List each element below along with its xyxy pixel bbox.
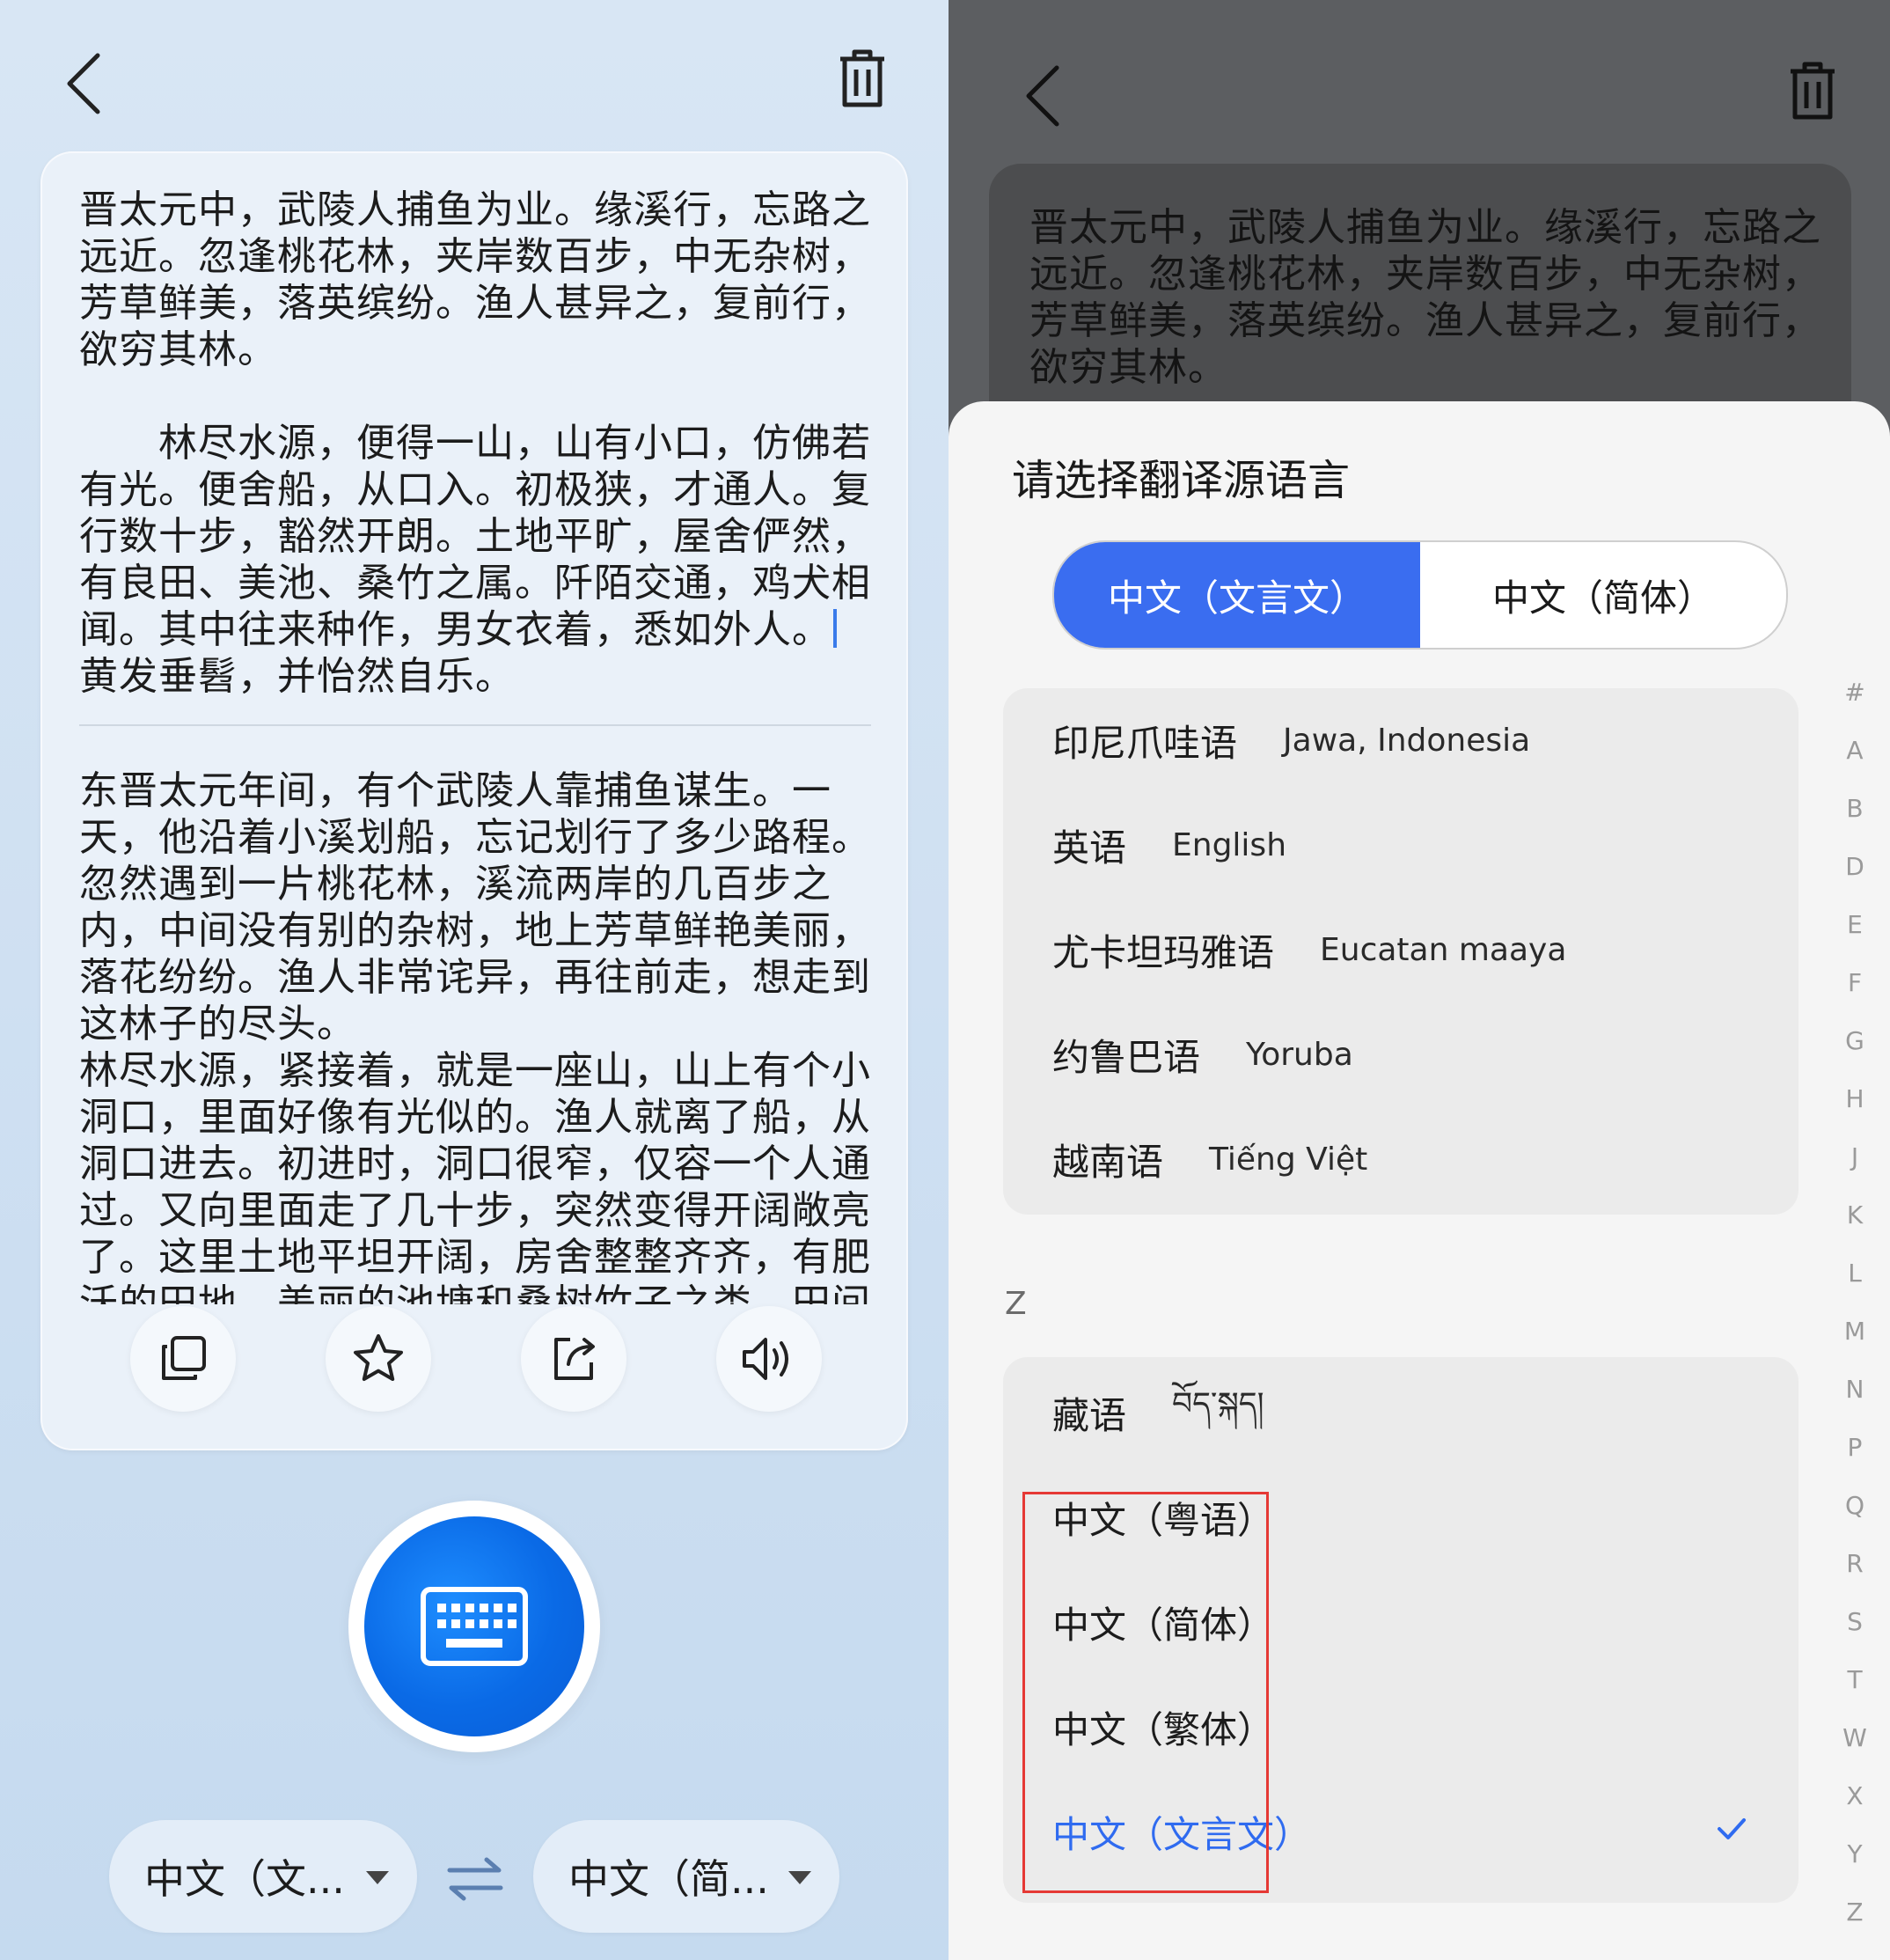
language-name: 约鲁巴语 [1052, 1035, 1201, 1079]
index-letter[interactable]: K [1835, 1200, 1874, 1230]
index-letter[interactable]: A [1835, 736, 1874, 765]
index-letter[interactable]: Z [1835, 1898, 1874, 1927]
dimmed-source-text: 晋太元中，武陵人捕鱼为业。缘溪行，忘路之远近。忽逢桃花林，夹岸数百步，中无杂树，… [1029, 205, 1821, 390]
language-native-name: Eucatan maaya [1320, 931, 1567, 968]
tab-classical-chinese[interactable]: 中文（文言文） [1054, 542, 1420, 648]
copy-button[interactable] [130, 1306, 236, 1412]
tab-simplified-chinese[interactable]: 中文（简体） [1420, 542, 1786, 648]
section-header-z: Z [1005, 1286, 1027, 1322]
source-language-selector[interactable]: 中文（文... [109, 1820, 417, 1933]
swap-languages-button[interactable] [440, 1848, 510, 1910]
language-name: 越南语 [1052, 1140, 1164, 1184]
variant-toggle: 中文（文言文） 中文（简体） [1052, 540, 1788, 650]
back-arrow-icon[interactable] [1012, 56, 1073, 136]
copy-icon [162, 1336, 206, 1380]
source-language-label: 中文（文... [144, 1855, 345, 1903]
share-icon [554, 1338, 595, 1380]
index-letter[interactable]: Q [1835, 1491, 1874, 1520]
alphabet-index[interactable]: # A B D E F G H J K L M N P Q R S T W X … [1835, 678, 1874, 1960]
translator-screen: 晋太元中，武陵人捕鱼为业。缘溪行，忘路之远近。忽逢桃花林，夹岸数百步，中无杂树，… [0, 0, 949, 1960]
language-group-y: 印尼爪哇语 Jawa, Indonesia 英语 English 尤卡坦玛雅语 … [1003, 688, 1798, 1215]
source-text-input[interactable]: 晋太元中，武陵人捕鱼为业。缘溪行，忘路之远近。忽逢桃花林，夹岸数百步，中无杂树，… [79, 187, 871, 715]
index-letter[interactable]: H [1835, 1084, 1874, 1113]
divider [79, 724, 871, 726]
index-letter[interactable]: P [1835, 1433, 1874, 1462]
speaker-icon [743, 1338, 788, 1380]
index-letter[interactable]: W [1835, 1723, 1874, 1752]
language-native-name: Tiếng Việt [1209, 1141, 1368, 1178]
language-native-name: Jawa, Indonesia [1283, 722, 1531, 759]
language-row-tibetan[interactable]: 藏语 བོད་སྐད། [1003, 1361, 1798, 1464]
keyboard-input-button[interactable] [348, 1501, 600, 1752]
language-name: 英语 [1052, 826, 1127, 870]
index-letter[interactable]: M [1835, 1317, 1874, 1346]
language-native-name: English [1172, 826, 1287, 863]
index-letter[interactable]: # [1835, 678, 1874, 707]
translation-card: 晋太元中，武陵人捕鱼为业。缘溪行，忘路之远近。忽逢桃花林，夹岸数百步，中无杂树，… [40, 151, 908, 1450]
language-native-name: བོད་སྐད། [1172, 1386, 1264, 1422]
target-language-selector[interactable]: 中文（简... [533, 1820, 839, 1933]
share-button[interactable] [521, 1306, 626, 1412]
back-arrow-icon[interactable] [53, 44, 114, 123]
index-letter[interactable]: S [1835, 1607, 1874, 1636]
chevron-down-icon [366, 1871, 389, 1884]
index-letter[interactable]: X [1835, 1781, 1874, 1810]
index-letter[interactable]: D [1835, 852, 1874, 881]
language-name: 印尼爪哇语 [1052, 721, 1238, 765]
keyboard-button-core [364, 1516, 584, 1736]
index-letter[interactable]: B [1835, 794, 1874, 823]
language-name: 尤卡坦玛雅语 [1052, 930, 1275, 974]
text-caret [833, 609, 837, 648]
translation-output: 东晋太元年间，有个武陵人靠捕鱼谋生。一天，他沿着小溪划船，忘记划行了多少路程。忽… [79, 768, 871, 1304]
language-row-vietnamese[interactable]: 越南语 Tiếng Việt [1003, 1107, 1798, 1211]
chevron-down-icon [788, 1871, 811, 1884]
language-picker-screen: 晋太元中，武陵人捕鱼为业。缘溪行，忘路之远近。忽逢桃花林，夹岸数百步，中无杂树，… [949, 0, 1890, 1960]
index-letter[interactable]: G [1835, 1026, 1874, 1055]
language-name: 藏语 [1052, 1393, 1127, 1437]
index-letter[interactable]: T [1835, 1665, 1874, 1694]
favorite-button[interactable] [326, 1306, 431, 1412]
target-language-label: 中文（简... [568, 1855, 769, 1903]
language-row-javanese[interactable]: 印尼爪哇语 Jawa, Indonesia [1003, 688, 1798, 792]
index-letter[interactable]: Y [1835, 1839, 1874, 1868]
swap-icon [447, 1857, 503, 1901]
keyboard-icon [421, 1587, 528, 1666]
index-letter[interactable]: R [1835, 1549, 1874, 1578]
source-text: 晋太元中，武陵人捕鱼为业。缘溪行，忘路之远近。忽逢桃花林，夹岸数百步，中无杂树，… [79, 187, 871, 652]
index-letter[interactable]: F [1835, 968, 1874, 997]
language-row-english[interactable]: 英语 English [1003, 793, 1798, 897]
trash-icon[interactable] [1779, 56, 1846, 127]
index-letter[interactable]: J [1835, 1142, 1874, 1171]
sheet-title: 请选择翻译源语言 [1012, 456, 1351, 505]
annotation-highlight-box [1022, 1492, 1269, 1893]
language-row-yucatec-maya[interactable]: 尤卡坦玛雅语 Eucatan maaya [1003, 898, 1798, 1002]
index-letter[interactable]: N [1835, 1375, 1874, 1404]
action-bar [40, 1296, 908, 1428]
language-picker-sheet: 请选择翻译源语言 中文（文言文） 中文（简体） 印尼爪哇语 Jawa, Indo… [949, 401, 1890, 1960]
language-row-yoruba[interactable]: 约鲁巴语 Yoruba [1003, 1002, 1798, 1106]
language-native-name: Yoruba [1246, 1036, 1353, 1073]
star-icon [354, 1334, 403, 1381]
check-icon [1714, 1811, 1749, 1850]
index-letter[interactable]: L [1835, 1259, 1874, 1288]
index-letter[interactable]: E [1835, 910, 1874, 939]
speak-button[interactable] [716, 1306, 822, 1412]
trash-icon[interactable] [829, 44, 896, 114]
source-text-after-caret: 黄发垂髫，并怡然自乐。 [79, 654, 515, 699]
